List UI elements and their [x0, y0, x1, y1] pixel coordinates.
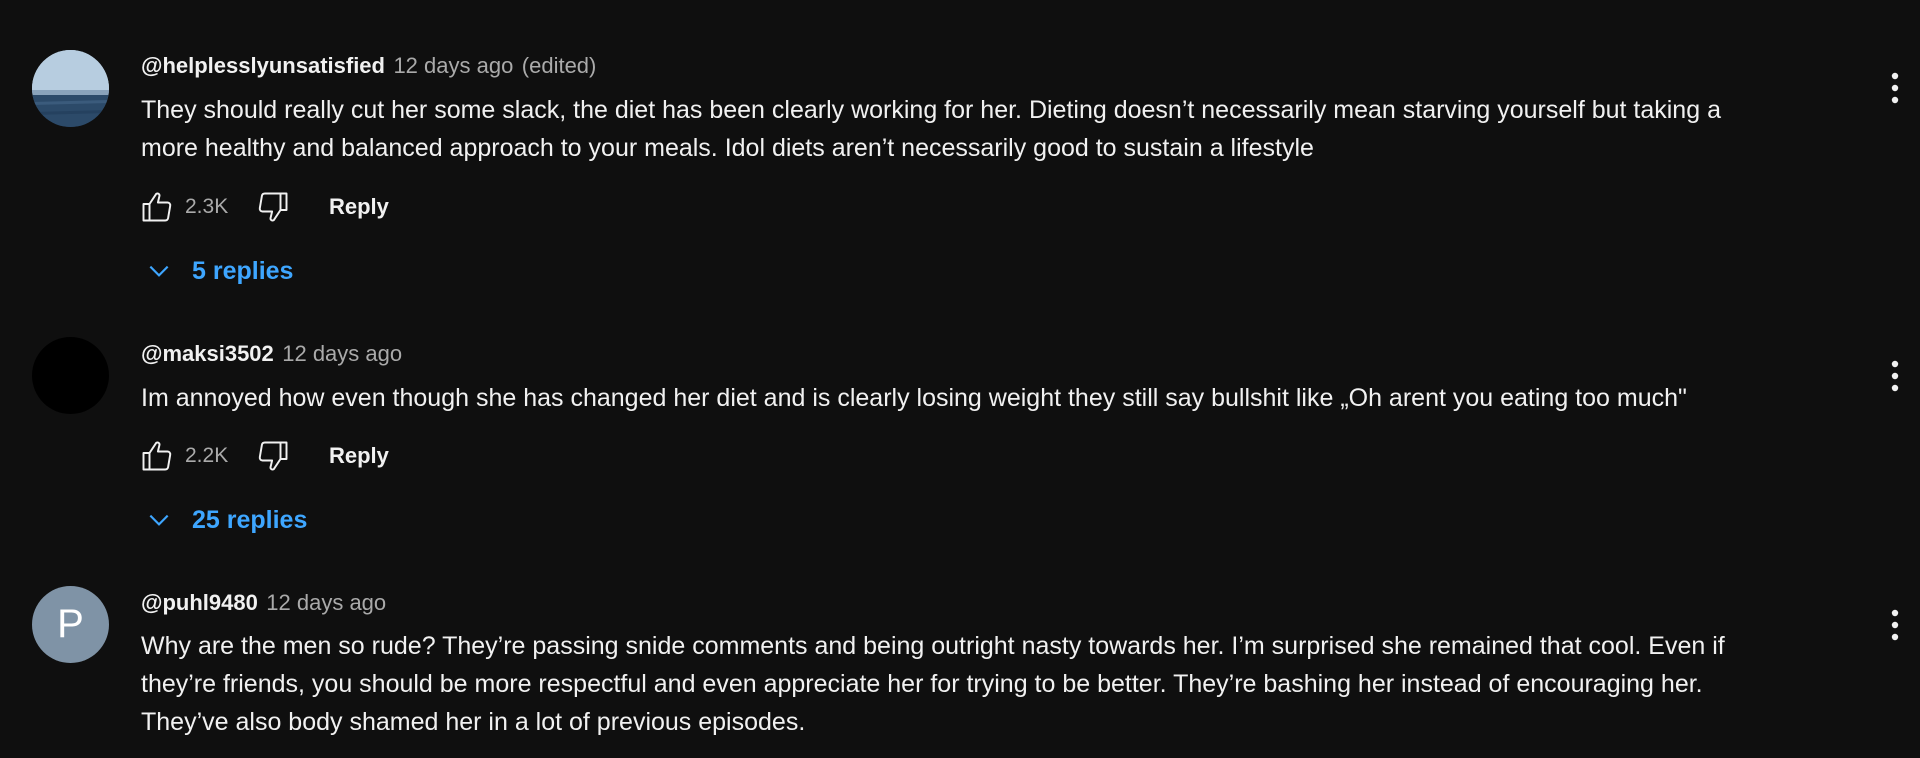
comment-header: @helplesslyunsatisfied 12 days ago (edit…: [141, 52, 596, 83]
reply-button[interactable]: Reply: [329, 194, 389, 220]
comment-menu-button[interactable]: [1880, 68, 1910, 108]
comment-text: Im annoyed how even though she has chang…: [141, 379, 1861, 417]
comment-header: @maksi3502 12 days ago: [141, 340, 402, 371]
comment-text-line: Why are the men so rude? They’re passing…: [141, 632, 1725, 660]
author-avatar[interactable]: [32, 337, 109, 414]
view-replies-button[interactable]: 5 replies: [146, 251, 293, 291]
thumbs-up-icon: [142, 441, 172, 471]
avatar-letter: P: [57, 602, 84, 646]
chevron-down-icon: [149, 514, 169, 526]
thumbs-down-icon: [258, 192, 288, 222]
replies-count-label: 25 replies: [192, 505, 308, 534]
comment-actions: 2.2K Reply: [137, 436, 389, 476]
comment-actions: 2.3K Reply: [137, 187, 389, 227]
dislike-button[interactable]: [253, 436, 293, 476]
thumbs-down-icon: [258, 441, 288, 471]
comment-header: @puhl9480 12 days ago: [141, 589, 386, 620]
thumbs-up-icon: [142, 192, 172, 222]
comment-text: They should really cut her some slack, t…: [141, 91, 1861, 167]
author-avatar[interactable]: [32, 50, 109, 127]
comment-text-line: more healthy and balanced approach to yo…: [141, 134, 1314, 162]
author-handle[interactable]: @maksi3502: [141, 341, 274, 366]
edited-label: (edited): [521, 53, 597, 78]
chevron-down-icon: [149, 265, 169, 277]
more-vertical-icon: [1891, 609, 1899, 641]
comment-timestamp[interactable]: 12 days ago: [266, 590, 386, 615]
comment-timestamp[interactable]: 12 days ago: [393, 53, 513, 78]
comment-text-line: They should really cut her some slack, t…: [141, 96, 1721, 124]
comment-timestamp[interactable]: 12 days ago: [282, 341, 402, 366]
sea-horizon-photo-icon: [32, 50, 109, 127]
replies-count-label: 5 replies: [192, 256, 294, 285]
like-count: 2.2K: [185, 444, 229, 467]
author-handle[interactable]: @puhl9480: [141, 590, 258, 615]
author-avatar[interactable]: P: [32, 586, 109, 663]
more-vertical-icon: [1891, 360, 1899, 392]
like-count: 2.3K: [185, 195, 229, 218]
comment-text-line: Im annoyed how even though she has chang…: [141, 384, 1687, 412]
comment-text-line: They’ve also body shamed her in a lot of…: [141, 708, 806, 736]
reply-button[interactable]: Reply: [329, 443, 389, 469]
comment-menu-button[interactable]: [1880, 605, 1910, 645]
comment-menu-button[interactable]: [1880, 356, 1910, 396]
like-button[interactable]: [137, 187, 177, 227]
comment-text-line: they’re friends, you should be more resp…: [141, 670, 1703, 698]
author-handle[interactable]: @helplesslyunsatisfied: [141, 53, 385, 78]
like-button[interactable]: [137, 436, 177, 476]
comment-text: Why are the men so rude? They’re passing…: [141, 627, 1861, 741]
more-vertical-icon: [1891, 72, 1899, 104]
view-replies-button[interactable]: 25 replies: [146, 500, 307, 540]
dislike-button[interactable]: [253, 187, 293, 227]
